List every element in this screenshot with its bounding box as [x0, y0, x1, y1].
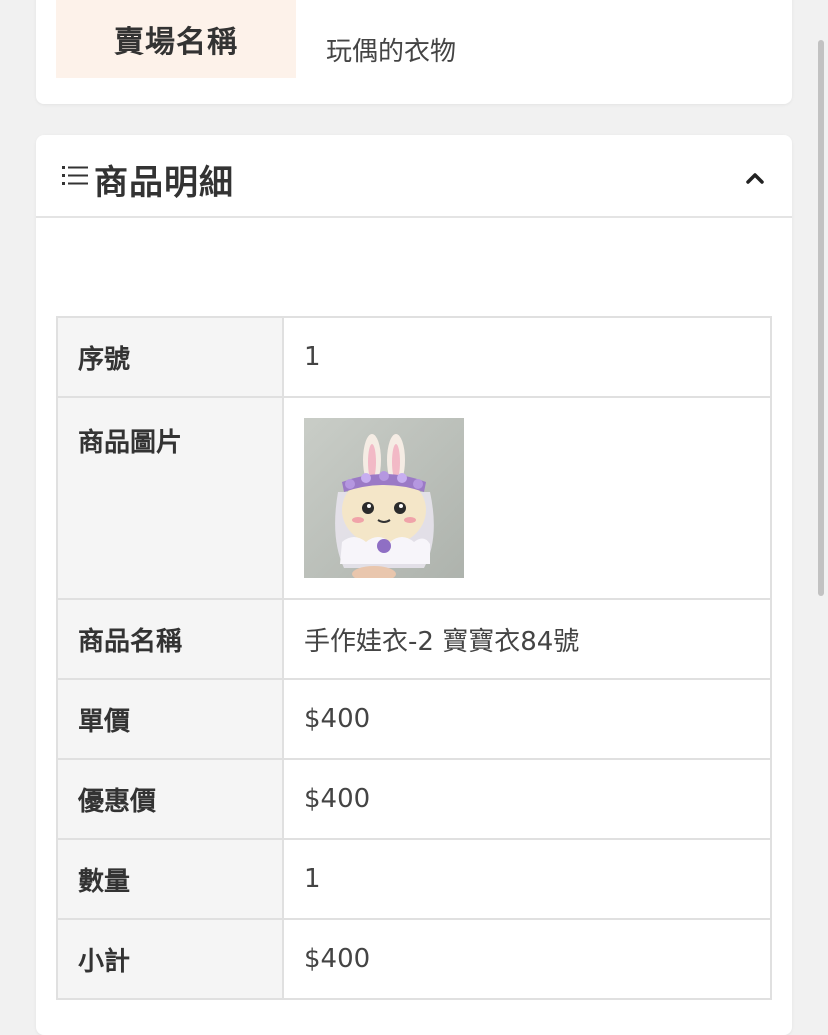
- table-row-subtotal: 小計 $400: [56, 918, 772, 1000]
- list-icon: [62, 166, 88, 185]
- table-row-image: 商品圖片: [56, 396, 772, 600]
- index-label: 序號: [56, 316, 284, 398]
- quantity-label: 數量: [56, 838, 284, 920]
- table-row-quantity: 數量 1: [56, 838, 772, 920]
- product-detail-header[interactable]: 商品明細: [36, 135, 792, 218]
- discount-price-value: $400: [282, 758, 772, 840]
- name-label: 商品名稱: [56, 598, 284, 680]
- chevron-up-icon: [746, 173, 764, 184]
- index-value: 1: [282, 316, 772, 398]
- table-row-discount-price: 優惠價 $400: [56, 758, 772, 840]
- product-detail-card: 商品明細 序號 1 商品圖片 商品名稱 手作娃衣-2 寶寶衣84號 單價 $40…: [36, 135, 792, 1035]
- shop-info-card: 賣場名稱 玩偶的衣物: [36, 0, 792, 104]
- product-image[interactable]: [304, 418, 464, 578]
- unit-price-label: 單價: [56, 678, 284, 760]
- shop-label-cell: 賣場名稱: [56, 0, 296, 78]
- image-label: 商品圖片: [56, 396, 284, 600]
- scrollbar[interactable]: [818, 40, 824, 596]
- product-detail-table: 序號 1 商品圖片 商品名稱 手作娃衣-2 寶寶衣84號 單價 $400 優惠價…: [56, 316, 772, 1000]
- name-value: 手作娃衣-2 寶寶衣84號: [282, 598, 772, 680]
- table-row-unit-price: 單價 $400: [56, 678, 772, 760]
- image-cell: [282, 396, 772, 600]
- unit-price-value: $400: [282, 678, 772, 760]
- shop-name-value: 玩偶的衣物: [326, 36, 457, 67]
- collapse-toggle-button[interactable]: [740, 163, 770, 193]
- subtotal-label: 小計: [56, 918, 284, 1000]
- subtotal-value: $400: [282, 918, 772, 1000]
- table-row-index: 序號 1: [56, 316, 772, 398]
- product-detail-title: 商品明細: [94, 163, 234, 203]
- shop-name-label: 賣場名稱: [114, 25, 238, 60]
- table-row-name: 商品名稱 手作娃衣-2 寶寶衣84號: [56, 598, 772, 680]
- discount-price-label: 優惠價: [56, 758, 284, 840]
- quantity-value: 1: [282, 838, 772, 920]
